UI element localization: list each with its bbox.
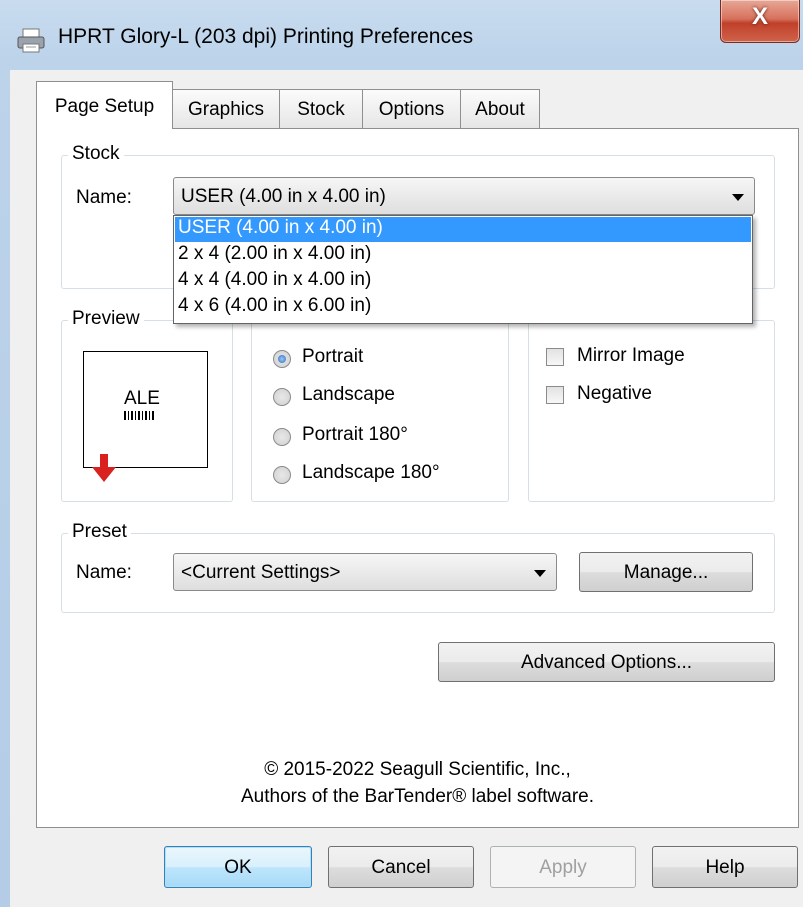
tab-label: Options <box>378 99 445 120</box>
manage-button[interactable]: Manage... <box>579 552 753 592</box>
mirror-image-checkbox[interactable] <box>546 348 564 366</box>
stock-options-list[interactable]: USER (4.00 in x 4.00 in) 2 x 4 (2.00 in … <box>173 215 753 324</box>
stock-name-label: Name: <box>76 187 132 208</box>
tab-options[interactable]: Options <box>362 89 461 128</box>
stock-name-dropdown[interactable]: USER (4.00 in x 4.00 in) <box>173 177 755 215</box>
ok-button-label: OK <box>224 857 252 878</box>
label-preview: ALE <box>83 351 208 468</box>
cancel-button-label: Cancel <box>371 857 431 878</box>
help-button-label: Help <box>705 857 745 878</box>
negative-checkbox[interactable] <box>546 386 564 404</box>
portrait-radio[interactable] <box>273 350 291 368</box>
window-title: HPRT Glory-L (203 dpi) Printing Preferen… <box>58 25 474 48</box>
chevron-down-icon[interactable] <box>732 194 744 201</box>
chevron-down-icon[interactable] <box>534 570 546 577</box>
tab-page-setup[interactable]: Page Setup <box>36 81 173 129</box>
negative-label: Negative <box>577 383 652 404</box>
printer-icon <box>17 28 45 53</box>
close-button[interactable]: X <box>720 0 800 43</box>
manage-button-label: Manage... <box>623 562 709 583</box>
mirror-image-label: Mirror Image <box>577 345 685 366</box>
landscape-180-radio[interactable] <box>273 466 291 484</box>
preset-name-dropdown[interactable]: <Current Settings> <box>173 553 557 591</box>
copyright-line-2: Authors of the BarTender® label software… <box>240 786 595 807</box>
preview-label-text: ALE <box>124 388 160 409</box>
cancel-button[interactable]: Cancel <box>328 846 474 888</box>
portrait-180-radio[interactable] <box>273 428 291 446</box>
stock-option[interactable]: USER (4.00 in x 4.00 in) <box>175 217 751 242</box>
preset-name-label: Name: <box>76 562 132 583</box>
apply-button: Apply <box>490 846 636 888</box>
stock-option[interactable]: 4 x 4 (4.00 in x 4.00 in) <box>175 269 751 294</box>
portrait-180-label: Portrait 180° <box>302 424 408 445</box>
landscape-180-label: Landscape 180° <box>302 462 440 483</box>
feed-direction-arrow-icon <box>92 454 116 482</box>
tab-stock[interactable]: Stock <box>279 89 363 128</box>
copyright-line-1: © 2015-2022 Seagull Scientific, Inc., <box>264 759 571 780</box>
portrait-label: Portrait <box>302 346 364 367</box>
barcode-icon <box>124 411 154 420</box>
preview-group-label: Preview <box>68 308 144 330</box>
stock-group-label: Stock <box>68 143 124 165</box>
title-bar[interactable]: HPRT Glory-L (203 dpi) Printing Preferen… <box>0 0 803 70</box>
tab-about[interactable]: About <box>460 89 540 128</box>
printing-preferences-window: HPRT Glory-L (203 dpi) Printing Preferen… <box>0 0 803 907</box>
landscape-radio[interactable] <box>273 388 291 406</box>
tab-label: About <box>475 99 525 120</box>
stock-selected-value: USER (4.00 in x 4.00 in) <box>181 186 386 207</box>
stock-option[interactable]: 2 x 4 (2.00 in x 4.00 in) <box>175 243 751 268</box>
tab-label: Stock <box>297 99 345 120</box>
stock-option[interactable]: 4 x 6 (4.00 in x 6.00 in) <box>175 295 751 320</box>
landscape-label: Landscape <box>302 384 395 405</box>
preset-group-label: Preset <box>68 521 131 543</box>
tab-label: Graphics <box>187 99 265 120</box>
advanced-options-button[interactable]: Advanced Options... <box>438 642 775 682</box>
close-icon: X <box>751 3 768 30</box>
tab-label: Page Setup <box>54 96 155 117</box>
preset-selected-value: <Current Settings> <box>181 562 341 583</box>
help-button[interactable]: Help <box>652 846 798 888</box>
ok-button[interactable]: OK <box>164 846 312 888</box>
apply-button-label: Apply <box>539 857 587 878</box>
tab-graphics[interactable]: Graphics <box>172 89 280 128</box>
advanced-options-label: Advanced Options... <box>520 652 693 673</box>
